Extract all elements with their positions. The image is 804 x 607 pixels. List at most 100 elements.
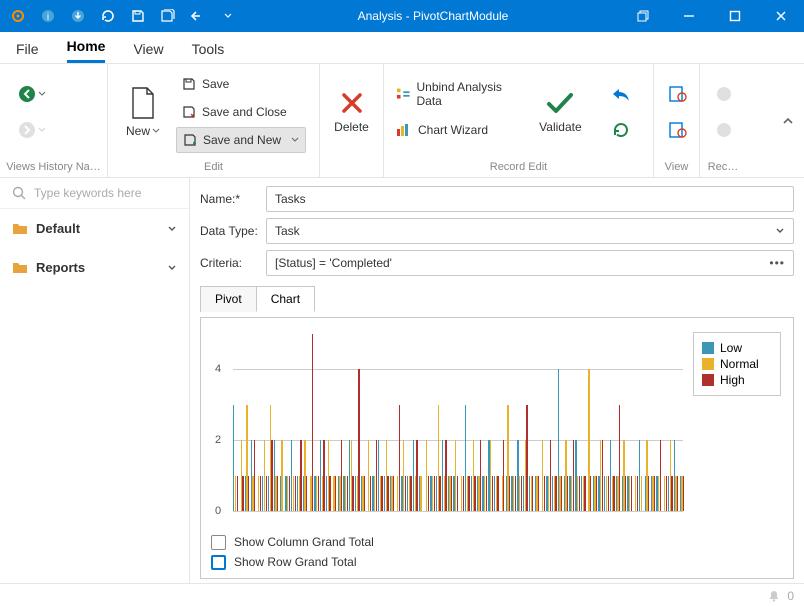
- criteria-field[interactable]: [Status] = 'Completed' •••: [266, 250, 794, 276]
- chart-area: 024 Low Normal High: [209, 324, 785, 526]
- ellipsis-icon[interactable]: •••: [769, 256, 785, 270]
- legend-swatch-high: [702, 374, 714, 386]
- chevron-down-icon: [167, 263, 177, 273]
- col-total-label: Show Column Grand Total: [234, 535, 374, 549]
- legend-normal: Normal: [720, 357, 759, 371]
- ribbon-group-edit-label: Edit: [108, 159, 319, 177]
- chart-wizard-button[interactable]: Chart Wizard: [390, 117, 526, 143]
- reply-button[interactable]: [599, 80, 643, 108]
- name-field[interactable]: Tasks: [266, 186, 794, 212]
- ribbon-collapse-button[interactable]: [778, 111, 798, 131]
- validate-button[interactable]: Validate: [534, 69, 587, 155]
- save-and-new-button[interactable]: Save and New: [176, 127, 306, 153]
- chart-options: Show Column Grand Total Show Row Grand T…: [209, 526, 785, 574]
- refresh-button[interactable]: [599, 116, 643, 144]
- chart-wizard-icon: [396, 123, 412, 137]
- view2-button[interactable]: [664, 116, 692, 144]
- unbind-icon: [396, 87, 410, 101]
- check-icon: [545, 90, 575, 116]
- nav-back-button[interactable]: [10, 80, 54, 108]
- chart-legend: Low Normal High: [693, 332, 781, 396]
- criteria-value: [Status] = 'Completed': [275, 256, 392, 270]
- datatype-value: Task: [275, 224, 300, 238]
- delete-icon: [339, 90, 365, 116]
- tree-label: Default: [36, 221, 80, 236]
- save-icon: [182, 77, 196, 91]
- statusbar: 0: [0, 583, 804, 607]
- titlebar: i Analysis - PivotChartModule: [0, 0, 804, 32]
- tree: Default Reports: [0, 209, 189, 583]
- workspace: Type keywords here Default Reports Name:…: [0, 178, 804, 583]
- quick-access-toolbar: i: [0, 4, 246, 28]
- tab-tools[interactable]: Tools: [192, 35, 225, 63]
- chevron-down-icon: [167, 224, 177, 234]
- svg-text:i: i: [47, 12, 49, 23]
- notification-count: 0: [787, 589, 794, 603]
- validate-label: Validate: [539, 120, 581, 134]
- legend-low: Low: [720, 341, 742, 355]
- nav-forward-button[interactable]: [10, 116, 54, 144]
- save-and-close-button[interactable]: Save and Close: [176, 99, 306, 125]
- restore-down-icon[interactable]: [620, 0, 666, 32]
- ribbon-group-view-label: View: [654, 159, 699, 177]
- datatype-field[interactable]: Task: [266, 218, 794, 244]
- download-icon[interactable]: [66, 4, 90, 28]
- criteria-label: Criteria:: [200, 256, 258, 270]
- name-value: Tasks: [275, 192, 306, 206]
- rec1-button[interactable]: [710, 80, 738, 108]
- save-button[interactable]: Save: [176, 71, 306, 97]
- undo-icon[interactable]: [186, 4, 210, 28]
- close-icon[interactable]: [758, 0, 804, 32]
- gear-icon[interactable]: [6, 4, 30, 28]
- tab-home[interactable]: Home: [67, 32, 106, 63]
- main: Name:* Tasks Data Type: Task Criteria: […: [190, 178, 804, 583]
- name-label: Name:*: [200, 192, 258, 206]
- search-placeholder: Type keywords here: [34, 186, 141, 200]
- bell-icon[interactable]: [767, 589, 781, 603]
- view1-button[interactable]: [664, 80, 692, 108]
- show-row-total-checkbox[interactable]: Show Row Grand Total: [211, 552, 783, 572]
- maximize-icon[interactable]: [712, 0, 758, 32]
- info-icon[interactable]: i: [36, 4, 60, 28]
- chevron-down-icon: [775, 226, 785, 236]
- ribbon-group-rec-label: Rec…: [700, 159, 746, 177]
- checkbox-icon: [211, 535, 226, 550]
- new-button[interactable]: New: [114, 69, 172, 155]
- unbind-analysis-button[interactable]: Unbind Analysis Data: [390, 81, 526, 107]
- checkbox-icon: [211, 555, 226, 570]
- ribbon: Views History Na… New Save Save and Clos…: [0, 64, 804, 178]
- panel-tabs: Pivot Chart: [200, 286, 794, 312]
- show-column-total-checkbox[interactable]: Show Column Grand Total: [211, 532, 783, 552]
- rec2-button[interactable]: [710, 116, 738, 144]
- window-title: Analysis - PivotChartModule: [246, 9, 620, 23]
- chevron-down-icon: [291, 136, 299, 144]
- delete-button[interactable]: Delete: [326, 69, 377, 155]
- tree-label: Reports: [36, 260, 85, 275]
- chart-panel: 024 Low Normal High Show Column Grand To…: [200, 317, 794, 579]
- datatype-label: Data Type:: [200, 224, 258, 238]
- refresh-icon[interactable]: [96, 4, 120, 28]
- ribbon-group-nav-label: Views History Na…: [0, 159, 107, 177]
- chart-plot[interactable]: 024: [209, 324, 687, 526]
- tab-view[interactable]: View: [133, 35, 163, 63]
- save-all-icon[interactable]: [156, 4, 180, 28]
- legend-swatch-normal: [702, 358, 714, 370]
- tree-item-reports[interactable]: Reports: [0, 254, 189, 281]
- save-new-icon: [183, 133, 197, 147]
- save-new-label: Save and New: [203, 133, 281, 147]
- qat-dropdown-icon[interactable]: [216, 4, 240, 28]
- tab-file[interactable]: File: [16, 35, 39, 63]
- save-close-icon: [182, 105, 196, 119]
- save-icon[interactable]: [126, 4, 150, 28]
- legend-high: High: [720, 373, 745, 387]
- wizard-label: Chart Wizard: [418, 123, 488, 137]
- menubar: File Home View Tools: [0, 32, 804, 64]
- folder-icon: [12, 261, 28, 274]
- tab-chart[interactable]: Chart: [256, 286, 315, 312]
- minimize-icon[interactable]: [666, 0, 712, 32]
- new-label: New: [126, 124, 150, 138]
- save-label: Save: [202, 77, 229, 91]
- search-input[interactable]: Type keywords here: [0, 178, 189, 209]
- tab-pivot[interactable]: Pivot: [200, 286, 257, 312]
- tree-item-default[interactable]: Default: [0, 215, 189, 242]
